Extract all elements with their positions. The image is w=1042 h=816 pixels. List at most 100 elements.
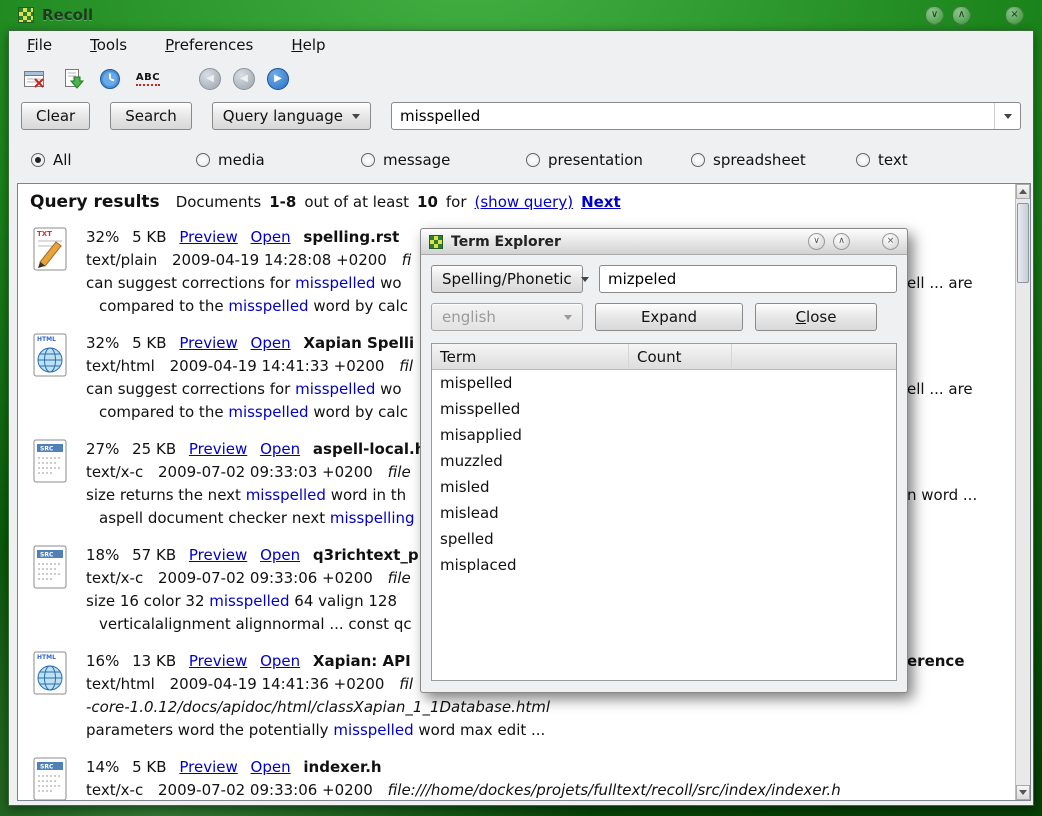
clear-button[interactable]: Clear xyxy=(21,102,90,130)
language-dropdown[interactable]: english xyxy=(431,303,583,331)
term-row[interactable]: spelled xyxy=(432,526,896,552)
window-titlebar[interactable]: Recoll ∨ ∧ × xyxy=(8,0,1034,30)
query-combobox-arrow[interactable] xyxy=(994,103,1020,129)
scroll-down-button[interactable] xyxy=(1016,785,1030,800)
expand-button[interactable]: Expand xyxy=(595,303,743,331)
source-file-icon: SRC xyxy=(30,544,74,636)
preview-link[interactable]: Preview xyxy=(189,652,247,670)
recoll-app-icon xyxy=(18,7,34,23)
results-scrollbar[interactable] xyxy=(1015,184,1030,800)
menu-file[interactable]: File xyxy=(23,34,56,56)
preview-link[interactable]: Preview xyxy=(179,334,237,352)
filter-label: presentation xyxy=(548,151,643,169)
dialog-titlebar[interactable]: Term Explorer ∨ ∧ × xyxy=(421,229,907,255)
svg-text:TXT: TXT xyxy=(37,230,52,238)
term-row[interactable]: mispelled xyxy=(432,370,896,396)
preview-link[interactable]: Preview xyxy=(179,228,237,246)
term-row[interactable]: muzzled xyxy=(432,448,896,474)
update-index-icon[interactable] xyxy=(59,66,85,92)
tool-bar: ABC ◀ ◀ ▶ xyxy=(9,61,1033,97)
result-title: Xapian Spelli xyxy=(303,334,414,352)
query-input[interactable] xyxy=(392,107,994,125)
preview-link[interactable]: Preview xyxy=(179,758,237,776)
results-range: 1-8 xyxy=(269,193,296,211)
preview-link[interactable]: Preview xyxy=(189,546,247,564)
mime-type: text/html xyxy=(86,675,155,693)
chevron-down-icon xyxy=(581,277,589,282)
close-window-button[interactable]: × xyxy=(1005,6,1024,25)
doc-url: fi xyxy=(402,251,412,269)
radio-icon xyxy=(691,153,705,167)
term-row[interactable]: misplaced xyxy=(432,552,896,578)
filter-option-presentation[interactable]: presentation xyxy=(526,151,691,169)
open-link[interactable]: Open xyxy=(251,758,291,776)
open-link[interactable]: Open xyxy=(260,440,300,458)
open-link[interactable]: Open xyxy=(251,334,291,352)
search-button[interactable]: Search xyxy=(110,102,192,130)
filter-option-message[interactable]: message xyxy=(361,151,526,169)
relevance: 32% xyxy=(86,228,119,246)
query-language-dropdown[interactable]: Query language xyxy=(212,102,371,130)
open-link[interactable]: Open xyxy=(251,228,291,246)
filter-label: text xyxy=(878,151,908,169)
term-row[interactable]: misapplied xyxy=(432,422,896,448)
result-title: aspell-local.h xyxy=(313,440,425,458)
dialog-shade-button[interactable]: ∨ xyxy=(808,233,825,250)
term-input[interactable] xyxy=(599,265,897,293)
term-row[interactable]: misspelled xyxy=(432,396,896,422)
open-link[interactable]: Open xyxy=(260,546,300,564)
close-button[interactable]: Close xyxy=(755,303,877,331)
unshade-button[interactable]: ∧ xyxy=(952,6,971,25)
matched-term: misspelled xyxy=(246,486,326,504)
filter-option-media[interactable]: media xyxy=(196,151,361,169)
menu-preferences[interactable]: Preferences xyxy=(161,34,257,56)
next-page-icon[interactable]: ▶ xyxy=(267,68,289,90)
column-header-term[interactable]: Term xyxy=(432,344,629,369)
clear-search-icon[interactable] xyxy=(21,66,47,92)
result-abstract-line: parameters word the potentially misspell… xyxy=(86,719,1014,742)
mime-type: text/plain xyxy=(86,251,157,269)
html-file-icon: HTML xyxy=(30,650,74,742)
first-page-icon[interactable]: ◀ xyxy=(199,68,221,90)
mime-type: text/html xyxy=(86,357,155,375)
query-combobox xyxy=(391,102,1021,130)
update-index-glyph xyxy=(60,67,84,91)
term-row[interactable]: misled xyxy=(432,474,896,500)
filter-option-all[interactable]: All xyxy=(31,151,196,169)
filter-option-spreadsheet[interactable]: spreadsheet xyxy=(691,151,856,169)
results-header: Query results Documents 1-8 out of at le… xyxy=(30,192,1014,212)
svg-text:SRC: SRC xyxy=(40,764,54,771)
doc-date: 2009-07-02 09:33:06 +0200 xyxy=(158,569,373,587)
menu-help[interactable]: Help xyxy=(287,34,329,56)
dialog-unshade-button[interactable]: ∧ xyxy=(833,233,850,250)
open-link[interactable]: Open xyxy=(260,652,300,670)
abstract-overflow: n word ... xyxy=(907,484,977,507)
term-row[interactable]: mislead xyxy=(432,500,896,526)
column-header-count[interactable]: Count xyxy=(629,344,732,369)
mime-type: text/x-c xyxy=(86,781,143,799)
dialog-close-button[interactable]: × xyxy=(882,233,899,250)
shade-button[interactable]: ∨ xyxy=(925,6,944,25)
matched-term: misspelled xyxy=(333,721,413,739)
term-results-table: Term Count mispelled misspelled misappli… xyxy=(431,343,897,681)
next-results-link[interactable]: Next xyxy=(581,193,621,211)
filter-label: All xyxy=(53,151,72,169)
doc-date: 2009-04-19 14:41:33 +0200 xyxy=(170,357,385,375)
preview-link[interactable]: Preview xyxy=(189,440,247,458)
previous-page-icon[interactable]: ◀ xyxy=(233,68,255,90)
doc-url: fil xyxy=(399,357,413,375)
svg-text:HTML: HTML xyxy=(37,336,56,343)
results-title: Query results xyxy=(30,192,160,212)
text-file-icon: TXT xyxy=(30,226,74,318)
filter-option-text[interactable]: text xyxy=(856,151,1021,169)
result-title: spelling.rst xyxy=(303,228,399,246)
scrollbar-thumb[interactable] xyxy=(1017,203,1029,283)
scroll-up-button[interactable] xyxy=(1016,184,1030,199)
expansion-mode-dropdown[interactable]: Spelling/Phonetic xyxy=(431,265,583,293)
menu-tools[interactable]: Tools xyxy=(86,34,131,56)
show-query-link[interactable]: (show query) xyxy=(475,193,574,211)
source-file-icon: SRC xyxy=(30,438,74,530)
query-history-icon[interactable] xyxy=(97,66,123,92)
chevron-down-icon xyxy=(1004,114,1012,119)
term-explorer-icon[interactable]: ABC xyxy=(135,66,161,92)
